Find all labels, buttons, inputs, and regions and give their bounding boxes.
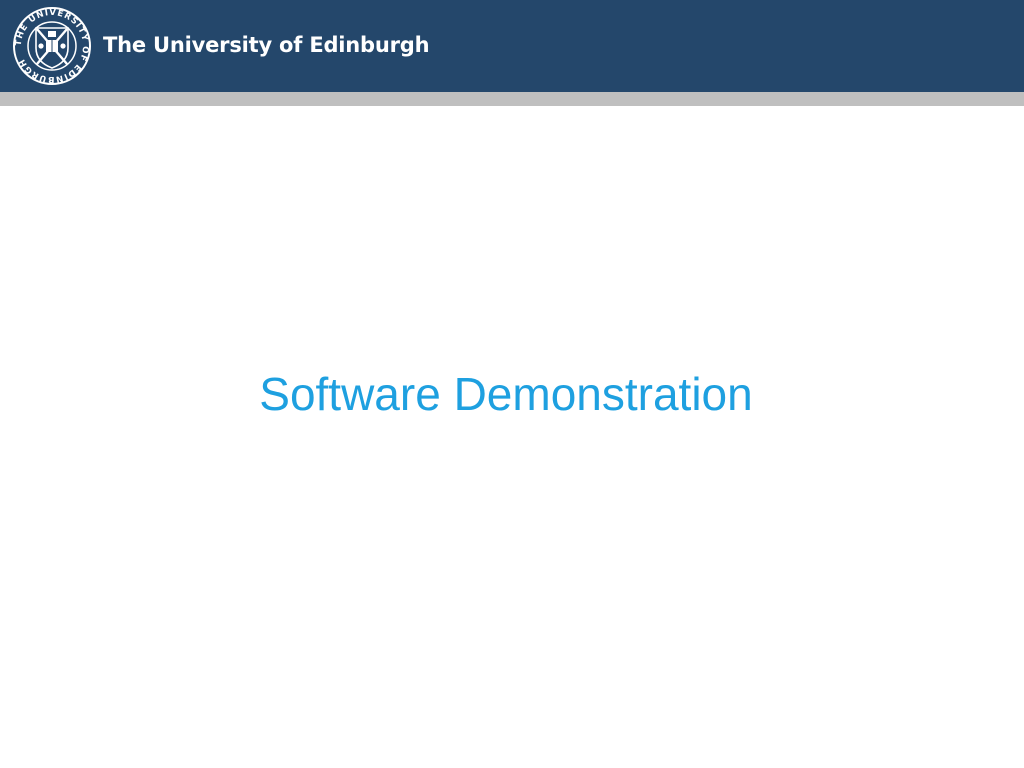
slide-title: Software Demonstration	[259, 368, 753, 420]
header-divider	[0, 92, 1024, 106]
university-crest-icon: THE UNIVERSITY OF EDINBURGH	[13, 7, 91, 85]
university-name: The University of Edinburgh	[103, 33, 430, 57]
slide-header: THE UNIVERSITY OF EDINBURGH The Universi…	[0, 0, 1024, 92]
